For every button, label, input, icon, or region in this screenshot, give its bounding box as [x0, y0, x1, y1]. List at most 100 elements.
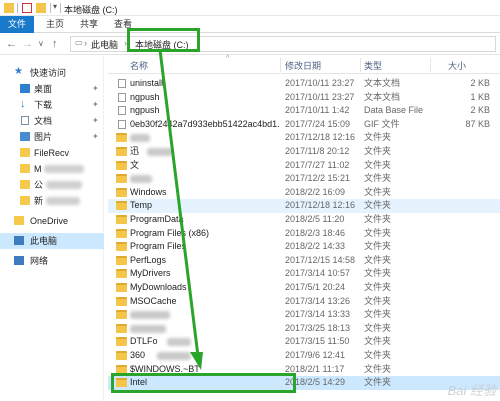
- table-row[interactable]: ngpush 2017/10/11 1:42 Data Base File 2 KB: [108, 104, 500, 118]
- new-folder-icon[interactable]: [36, 3, 46, 13]
- file-name: Temp: [130, 200, 153, 211]
- up-button[interactable]: ↑: [52, 37, 58, 51]
- table-row[interactable]: 0eb30f2442a7d933ebb51422ac4bd1... 2017/7/…: [108, 118, 500, 132]
- folder-icon: [20, 196, 30, 205]
- file-date: 2017/12/2 15:21: [285, 173, 351, 184]
- file-date: 2017/3/14 13:33: [285, 309, 351, 320]
- column-size[interactable]: 大小: [448, 59, 466, 72]
- file-name: MSOCache: [130, 295, 177, 306]
- pin-icon[interactable]: ✦: [92, 81, 99, 97]
- table-row[interactable]: DTLFo 2017/3/15 11:50 文件夹: [108, 335, 500, 349]
- nav-label: 此电脑: [30, 236, 58, 246]
- file-icon: [118, 106, 126, 116]
- pin-icon[interactable]: ✦: [92, 129, 99, 145]
- computer-icon: [14, 236, 24, 245]
- tab-home[interactable]: 主页: [42, 16, 68, 33]
- file-name: uninstall: [130, 78, 164, 88]
- title-bar: ▾ 本地磁盘 (C:): [0, 0, 500, 16]
- file-type: 文件夹: [364, 377, 392, 388]
- chevron-right-icon: ›: [84, 38, 87, 48]
- column-separator[interactable]: [360, 58, 361, 72]
- nav-quick-access[interactable]: ★ 快速访问: [0, 65, 104, 81]
- table-row[interactable]: Program Files (x86) 2018/2/3 18:46 文件夹: [108, 227, 500, 241]
- file-date: 2017/3/14 13:26: [285, 295, 351, 306]
- file-date: 2017/7/24 15:09: [285, 118, 351, 129]
- table-row[interactable]: 2017/3/25 18:13 文件夹: [108, 322, 500, 336]
- file-name: Program Files: [130, 241, 187, 252]
- column-separator[interactable]: [280, 58, 281, 72]
- table-row[interactable]: 2017/3/14 13:33 文件夹: [108, 308, 500, 322]
- table-row[interactable]: 2017/12/2 15:21 文件夹: [108, 172, 500, 186]
- nav-network[interactable]: 网络: [0, 253, 104, 269]
- table-row[interactable]: 迅 2017/11/8 20:12 文件夹: [108, 145, 500, 159]
- nav-label: 公: [34, 180, 44, 190]
- blurred-text: [130, 324, 166, 333]
- tab-file[interactable]: 文件: [0, 16, 34, 33]
- file-type: 文件夹: [364, 309, 392, 320]
- nav-filerecv[interactable]: FileRecv: [0, 145, 104, 161]
- nav-documents[interactable]: 文档 ✦: [0, 113, 104, 129]
- forward-button[interactable]: →: [22, 37, 33, 51]
- blurred-text: [130, 175, 152, 184]
- file-date: 2017/3/25 18:13: [285, 322, 351, 333]
- file-date: 2017/3/15 11:50: [285, 336, 350, 347]
- file-type: 文本文档: [364, 91, 401, 102]
- file-type: 文件夹: [364, 241, 392, 252]
- file-date: 2017/11/8 20:12: [285, 146, 350, 156]
- nav-desktop[interactable]: 桌面 ✦: [0, 81, 104, 97]
- folder-icon: [20, 164, 30, 173]
- dropdown-icon[interactable]: ▾: [53, 2, 63, 12]
- table-row[interactable]: ProgramData 2018/2/5 11:20 文件夹: [108, 213, 500, 227]
- back-button[interactable]: ←: [6, 37, 17, 51]
- file-icon: [118, 79, 126, 88]
- recent-dropdown-icon[interactable]: ∨: [38, 37, 44, 51]
- nav-downloads[interactable]: ↓ 下载 ✦: [0, 97, 104, 113]
- window-title: 本地磁盘 (C:): [64, 5, 118, 15]
- download-icon: ↓: [20, 98, 26, 110]
- column-separator[interactable]: [430, 58, 431, 72]
- file-size: 2 KB: [470, 105, 490, 116]
- column-name[interactable]: 名称: [130, 59, 148, 72]
- table-row[interactable]: PerfLogs 2017/12/15 14:58 文件夹: [108, 254, 500, 268]
- column-date[interactable]: 修改日期: [285, 59, 321, 72]
- blurred-text: [44, 165, 84, 173]
- table-row[interactable]: MSOCache 2017/3/14 13:26 文件夹: [108, 295, 500, 309]
- nav-pictures[interactable]: 图片 ✦: [0, 129, 104, 145]
- file-name: MyDrivers: [130, 268, 171, 279]
- file-type: 文件夹: [364, 363, 392, 374]
- file-date: 2017/5/1 20:24: [285, 282, 346, 292]
- nav-this-pc[interactable]: 此电脑: [0, 233, 104, 249]
- breadcrumb-this-pc[interactable]: 此电脑: [91, 39, 118, 51]
- pin-icon[interactable]: ✦: [92, 113, 99, 129]
- table-row[interactable]: 2017/12/18 12:16 文件夹: [108, 131, 500, 145]
- file-size: 87 KB: [465, 118, 490, 129]
- nav-onedrive[interactable]: OneDrive: [0, 213, 104, 229]
- folder-icon: [116, 147, 127, 156]
- table-row[interactable]: MyDrivers 2017/3/14 10:57 文件夹: [108, 267, 500, 281]
- nav-label: 图片: [34, 132, 53, 142]
- column-type[interactable]: 类型: [364, 59, 382, 72]
- table-row[interactable]: Windows 2018/2/2 16:09 文件夹: [108, 186, 500, 200]
- table-row[interactable]: 文 2017/7/27 11:02 文件夹: [108, 159, 500, 173]
- file-type: 文件夹: [364, 268, 392, 279]
- file-type: 文件夹: [364, 214, 392, 224]
- tab-share[interactable]: 共享: [76, 16, 102, 33]
- table-row[interactable]: 360 2017/9/6 12:41 文件夹: [108, 349, 500, 363]
- table-row[interactable]: Temp 2017/12/18 12:16 文件夹: [108, 199, 500, 213]
- file-date: 2017/12/15 14:58: [285, 254, 356, 265]
- table-row[interactable]: Program Files 2018/2/2 14:33 文件夹: [108, 240, 500, 254]
- pin-icon[interactable]: ✦: [92, 97, 99, 113]
- table-row[interactable]: ngpush 2017/10/11 23:27 文本文档 1 KB: [108, 91, 500, 105]
- table-row[interactable]: MyDownloads 2017/5/1 20:24 文件夹: [108, 281, 500, 295]
- properties-icon[interactable]: [22, 3, 32, 13]
- blurred-text: [46, 181, 82, 189]
- file-type: 文件夹: [364, 254, 392, 265]
- nav-folder-gong[interactable]: 公: [0, 177, 104, 193]
- folder-icon: [14, 216, 24, 225]
- file-date: 2017/12/18 12:16: [285, 200, 356, 211]
- file-name: DTLFo: [130, 336, 158, 347]
- table-row[interactable]: uninstall 2017/10/11 23:27 文本文档 2 KB: [108, 77, 500, 91]
- file-type: 文件夹: [364, 350, 392, 360]
- nav-folder-m[interactable]: M: [0, 161, 104, 177]
- nav-folder-xin[interactable]: 新: [0, 193, 104, 209]
